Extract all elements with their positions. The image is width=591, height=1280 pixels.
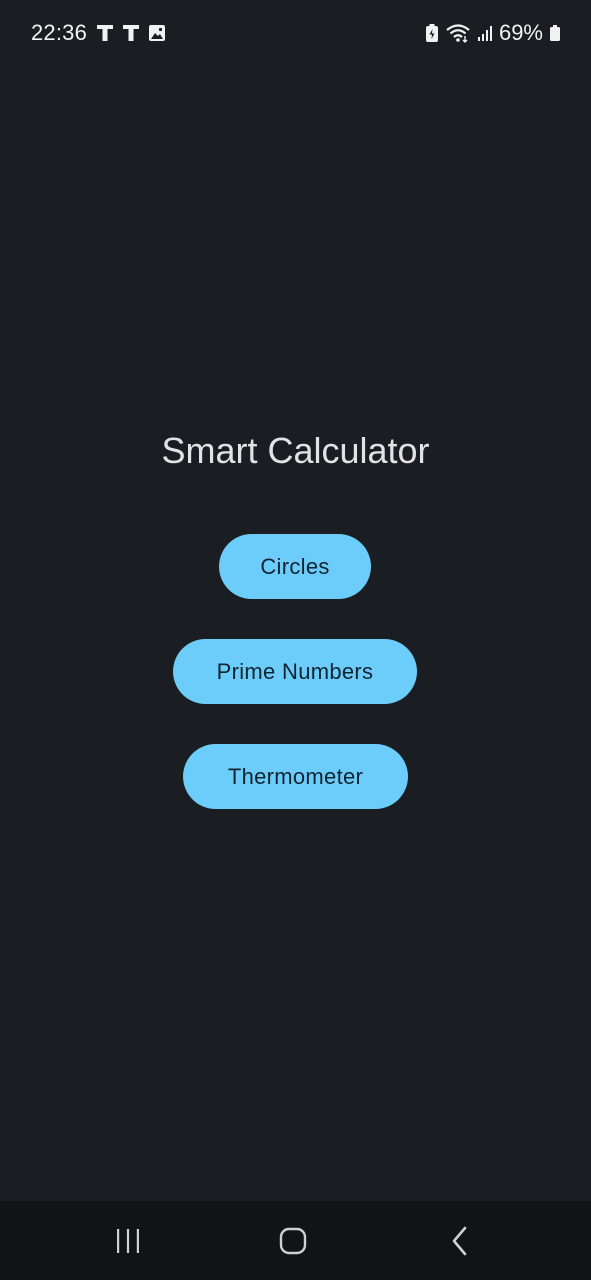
notification-icons [96,24,166,42]
prime-numbers-button[interactable]: Prime Numbers [173,639,417,704]
battery-saver-icon [425,22,439,44]
navigation-bar [0,1201,591,1280]
page-title: Smart Calculator [161,430,430,471]
t-icon [96,24,114,42]
thermometer-button[interactable]: Thermometer [183,744,408,809]
signal-icon [477,22,493,44]
home-icon[interactable] [273,1221,313,1261]
t-icon [122,24,140,42]
battery-percent: 69% [498,20,543,45]
system-status: 69% [425,20,561,46]
status-bar: 22:36 69% [0,0,591,68]
battery-icon [549,22,561,44]
app-screen: 22:36 69% Smart Calculator Circles Prime… [0,0,591,1280]
status-time: 22:36 [31,20,88,45]
recents-icon[interactable] [108,1221,148,1261]
back-icon[interactable] [440,1221,480,1261]
circles-button[interactable]: Circles [219,534,371,599]
wifi-icon [445,22,471,44]
image-icon [148,24,166,42]
